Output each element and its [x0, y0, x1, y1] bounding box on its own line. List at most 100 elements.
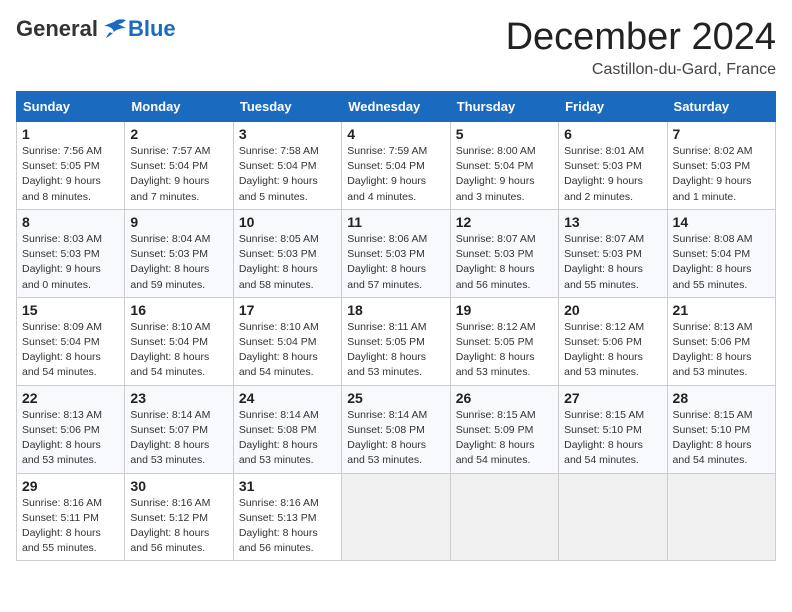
- day-info: Sunrise: 7:57 AM Sunset: 5:04 PM Dayligh…: [130, 144, 227, 205]
- day-number: 28: [673, 390, 770, 406]
- day-number: 16: [130, 302, 227, 318]
- day-info: Sunrise: 8:13 AM Sunset: 5:06 PM Dayligh…: [673, 320, 770, 381]
- day-number: 25: [347, 390, 444, 406]
- day-info: Sunrise: 8:07 AM Sunset: 5:03 PM Dayligh…: [456, 232, 553, 293]
- calendar-cell: [667, 473, 775, 561]
- day-info: Sunrise: 8:13 AM Sunset: 5:06 PM Dayligh…: [22, 408, 119, 469]
- day-info: Sunrise: 8:11 AM Sunset: 5:05 PM Dayligh…: [347, 320, 444, 381]
- day-number: 2: [130, 126, 227, 142]
- day-number: 27: [564, 390, 661, 406]
- day-info: Sunrise: 8:03 AM Sunset: 5:03 PM Dayligh…: [22, 232, 119, 293]
- calendar-cell: 1Sunrise: 7:56 AM Sunset: 5:05 PM Daylig…: [17, 122, 125, 210]
- day-number: 30: [130, 478, 227, 494]
- day-number: 6: [564, 126, 661, 142]
- day-number: 10: [239, 214, 336, 230]
- calendar-cell: 24 Sunrise: 8:14 AM Sunset: 5:08 PM Dayli…: [233, 385, 341, 473]
- day-number: 19: [456, 302, 553, 318]
- calendar-week-row: 1Sunrise: 7:56 AM Sunset: 5:05 PM Daylig…: [17, 122, 776, 210]
- day-number: 14: [673, 214, 770, 230]
- day-info: Sunrise: 7:59 AM Sunset: 5:04 PM Dayligh…: [347, 144, 444, 205]
- day-header-saturday: Saturday: [667, 92, 775, 122]
- calendar-week-row: 15Sunrise: 8:09 AM Sunset: 5:04 PM Dayli…: [17, 297, 776, 385]
- day-number: 1: [22, 126, 119, 142]
- day-number: 17: [239, 302, 336, 318]
- calendar-table: SundayMondayTuesdayWednesdayThursdayFrid…: [16, 91, 776, 561]
- day-number: 8: [22, 214, 119, 230]
- day-info: Sunrise: 8:15 AM Sunset: 5:09 PM Dayligh…: [456, 408, 553, 469]
- calendar-cell: 28Sunrise: 8:15 AM Sunset: 5:10 PM Dayli…: [667, 385, 775, 473]
- calendar-cell: 6 Sunrise: 8:01 AM Sunset: 5:03 PM Daylig…: [559, 122, 667, 210]
- logo-blue: Blue: [128, 16, 176, 42]
- logo: General Blue: [16, 16, 176, 42]
- calendar-cell: [450, 473, 558, 561]
- day-number: 11: [347, 214, 444, 230]
- day-number: 29: [22, 478, 119, 494]
- day-info: Sunrise: 8:16 AM Sunset: 5:13 PM Dayligh…: [239, 496, 336, 557]
- day-number: 21: [673, 302, 770, 318]
- calendar-cell: 18 Sunrise: 8:11 AM Sunset: 5:05 PM Dayli…: [342, 297, 450, 385]
- day-info: Sunrise: 8:05 AM Sunset: 5:03 PM Dayligh…: [239, 232, 336, 293]
- calendar-cell: 23 Sunrise: 8:14 AM Sunset: 5:07 PM Dayli…: [125, 385, 233, 473]
- day-info: Sunrise: 8:01 AM Sunset: 5:03 PM Dayligh…: [564, 144, 661, 205]
- day-number: 4: [347, 126, 444, 142]
- day-info: Sunrise: 8:04 AM Sunset: 5:03 PM Dayligh…: [130, 232, 227, 293]
- day-number: 20: [564, 302, 661, 318]
- calendar-cell: 29 Sunrise: 8:16 AM Sunset: 5:11 PM Dayli…: [17, 473, 125, 561]
- day-info: Sunrise: 8:12 AM Sunset: 5:05 PM Dayligh…: [456, 320, 553, 381]
- day-info: Sunrise: 8:09 AM Sunset: 5:04 PM Dayligh…: [22, 320, 119, 381]
- day-info: Sunrise: 8:02 AM Sunset: 5:03 PM Dayligh…: [673, 144, 770, 205]
- calendar-cell: 4 Sunrise: 7:59 AM Sunset: 5:04 PM Daylig…: [342, 122, 450, 210]
- day-header-sunday: Sunday: [17, 92, 125, 122]
- calendar-cell: 30Sunrise: 8:16 AM Sunset: 5:12 PM Dayli…: [125, 473, 233, 561]
- day-info: Sunrise: 7:58 AM Sunset: 5:04 PM Dayligh…: [239, 144, 336, 205]
- page-header: General Blue December 2024 Castillon-du-…: [16, 16, 776, 79]
- day-header-thursday: Thursday: [450, 92, 558, 122]
- calendar-cell: 3Sunrise: 7:58 AM Sunset: 5:04 PM Daylig…: [233, 122, 341, 210]
- day-info: Sunrise: 8:10 AM Sunset: 5:04 PM Dayligh…: [130, 320, 227, 381]
- logo-bird-icon: [100, 18, 128, 40]
- day-info: Sunrise: 8:14 AM Sunset: 5:08 PM Dayligh…: [347, 408, 444, 469]
- calendar-cell: 17 Sunrise: 8:10 AM Sunset: 5:04 PM Dayli…: [233, 297, 341, 385]
- day-number: 24: [239, 390, 336, 406]
- day-header-monday: Monday: [125, 92, 233, 122]
- day-number: 26: [456, 390, 553, 406]
- calendar-cell: 22 Sunrise: 8:13 AM Sunset: 5:06 PM Dayli…: [17, 385, 125, 473]
- day-info: Sunrise: 8:16 AM Sunset: 5:11 PM Dayligh…: [22, 496, 119, 557]
- calendar-cell: 19 Sunrise: 8:12 AM Sunset: 5:05 PM Dayli…: [450, 297, 558, 385]
- day-number: 23: [130, 390, 227, 406]
- day-info: Sunrise: 8:08 AM Sunset: 5:04 PM Dayligh…: [673, 232, 770, 293]
- day-info: Sunrise: 8:07 AM Sunset: 5:03 PM Dayligh…: [564, 232, 661, 293]
- calendar-week-row: 22 Sunrise: 8:13 AM Sunset: 5:06 PM Dayli…: [17, 385, 776, 473]
- calendar-cell: 14 Sunrise: 8:08 AM Sunset: 5:04 PM Dayli…: [667, 209, 775, 297]
- calendar-cell: 20 Sunrise: 8:12 AM Sunset: 5:06 PM Dayli…: [559, 297, 667, 385]
- calendar-cell: 31 Sunrise: 8:16 AM Sunset: 5:13 PM Dayli…: [233, 473, 341, 561]
- day-header-tuesday: Tuesday: [233, 92, 341, 122]
- calendar-cell: 26 Sunrise: 8:15 AM Sunset: 5:09 PM Dayli…: [450, 385, 558, 473]
- day-number: 22: [22, 390, 119, 406]
- day-info: Sunrise: 8:14 AM Sunset: 5:08 PM Dayligh…: [239, 408, 336, 469]
- day-number: 18: [347, 302, 444, 318]
- day-number: 7: [673, 126, 770, 142]
- calendar-cell: 5 Sunrise: 8:00 AM Sunset: 5:04 PM Daylig…: [450, 122, 558, 210]
- day-info: Sunrise: 8:15 AM Sunset: 5:10 PM Dayligh…: [564, 408, 661, 469]
- day-info: Sunrise: 8:12 AM Sunset: 5:06 PM Dayligh…: [564, 320, 661, 381]
- logo-general: General: [16, 16, 98, 42]
- calendar-cell: 13 Sunrise: 8:07 AM Sunset: 5:03 PM Dayli…: [559, 209, 667, 297]
- calendar-cell: [559, 473, 667, 561]
- calendar-cell: 27 Sunrise: 8:15 AM Sunset: 5:10 PM Dayli…: [559, 385, 667, 473]
- calendar-cell: 8 Sunrise: 8:03 AM Sunset: 5:03 PM Daylig…: [17, 209, 125, 297]
- day-info: Sunrise: 8:00 AM Sunset: 5:04 PM Dayligh…: [456, 144, 553, 205]
- title-block: December 2024 Castillon-du-Gard, France: [506, 16, 776, 79]
- day-number: 5: [456, 126, 553, 142]
- day-info: Sunrise: 8:14 AM Sunset: 5:07 PM Dayligh…: [130, 408, 227, 469]
- calendar-header-row: SundayMondayTuesdayWednesdayThursdayFrid…: [17, 92, 776, 122]
- calendar-cell: 2 Sunrise: 7:57 AM Sunset: 5:04 PM Daylig…: [125, 122, 233, 210]
- calendar-cell: [342, 473, 450, 561]
- calendar-cell: 25 Sunrise: 8:14 AM Sunset: 5:08 PM Dayli…: [342, 385, 450, 473]
- day-info: Sunrise: 8:06 AM Sunset: 5:03 PM Dayligh…: [347, 232, 444, 293]
- day-number: 13: [564, 214, 661, 230]
- day-info: Sunrise: 8:10 AM Sunset: 5:04 PM Dayligh…: [239, 320, 336, 381]
- day-number: 31: [239, 478, 336, 494]
- calendar-cell: 21 Sunrise: 8:13 AM Sunset: 5:06 PM Dayli…: [667, 297, 775, 385]
- day-number: 9: [130, 214, 227, 230]
